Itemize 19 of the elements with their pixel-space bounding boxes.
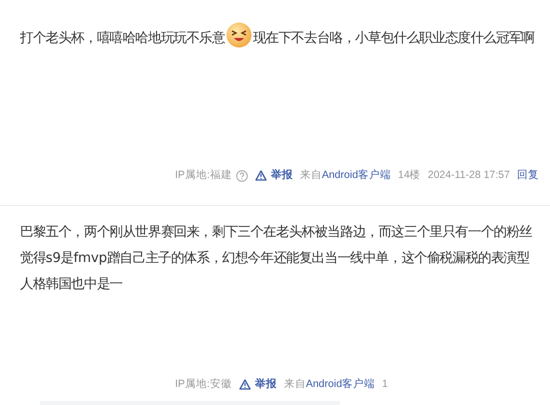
post-time: 2024-11-28 17:57 <box>428 168 510 183</box>
post-text: 现在下不去台咯，小草包什么职业态度什么冠军啊 <box>252 30 534 48</box>
source-label: 来自 <box>284 377 306 392</box>
help-icon[interactable] <box>236 170 248 182</box>
post-text: 打个老头杯，嘻嘻哈哈地玩玩不乐意 <box>20 30 225 48</box>
report-link[interactable]: 举报 <box>254 168 293 184</box>
source-link[interactable]: Android客户端 <box>322 168 392 184</box>
report-link[interactable]: 举报 <box>238 377 277 393</box>
reply-link[interactable]: 回复 <box>516 168 539 184</box>
source-label: 来自 <box>300 168 322 183</box>
warning-icon <box>238 379 251 390</box>
source-link[interactable]: Android客户端 <box>306 377 376 393</box>
floor-number: 1 <box>382 377 388 392</box>
laughing-emoji-icon <box>226 22 252 48</box>
ip-location: IP属地:福建 <box>175 168 232 183</box>
ip-location: IP属地:安徽 <box>175 377 232 392</box>
warning-icon <box>254 170 267 182</box>
floor-number: 14楼 <box>398 168 421 183</box>
post-text: 巴黎五个，两个刚从世界赛回来，剩下三个在老头杯被当路边，而这三个里只有一个的粉丝觉得s9是fmvp蹭自己主子的体系，幻想今年还能复出当一线中单，这个偷税漏税的表演型人格韩国也中是一 <box>20 224 534 294</box>
